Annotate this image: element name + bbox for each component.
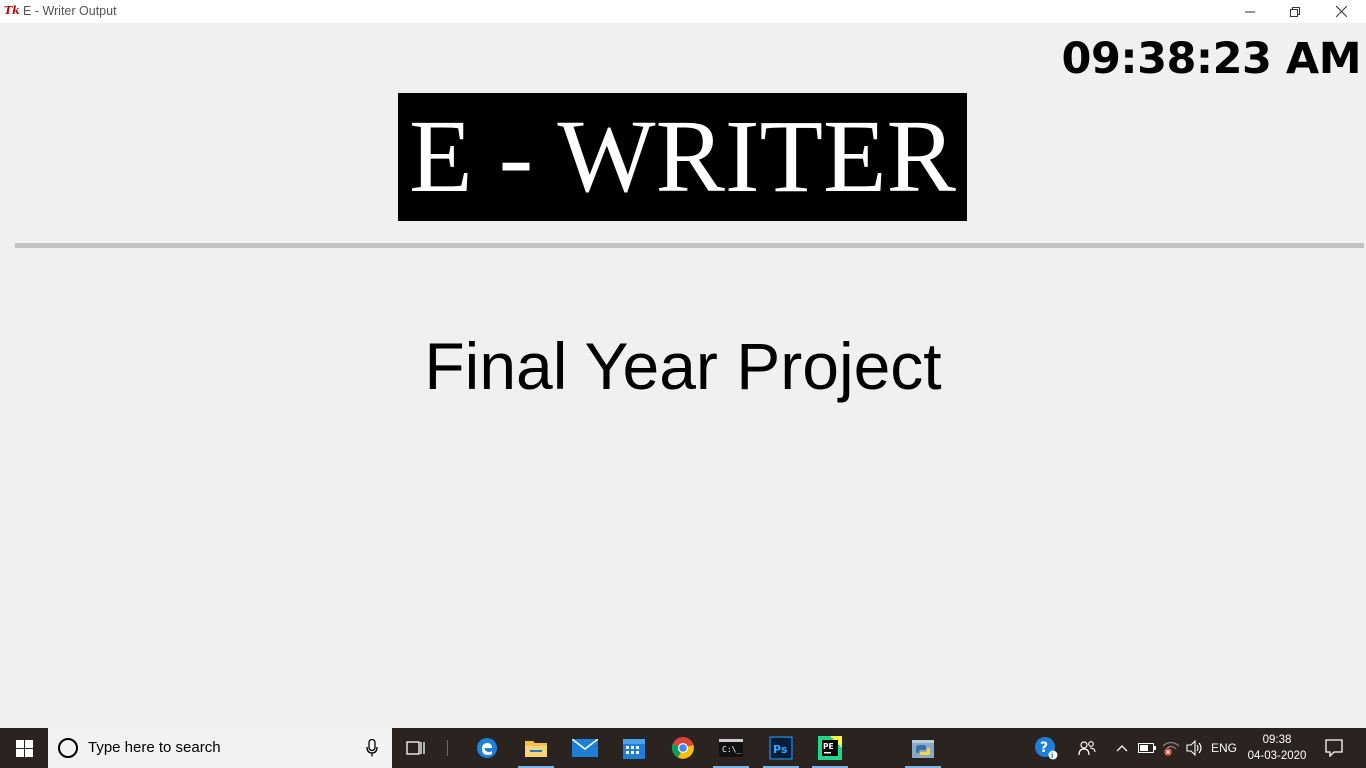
chevron-up-icon xyxy=(1116,745,1128,752)
tray-battery[interactable] xyxy=(1135,728,1159,768)
chrome-icon xyxy=(671,737,694,759)
restore-icon xyxy=(1290,6,1300,17)
file-explorer-icon xyxy=(525,741,547,757)
window-title: E - Writer Output xyxy=(23,4,117,18)
title-bar[interactable]: Tk E - Writer Output xyxy=(0,0,1366,23)
search-placeholder: Type here to search xyxy=(88,739,221,756)
app-banner: E - WRITER xyxy=(398,93,967,221)
taskbar-command-prompt[interactable]: C:\_ xyxy=(711,728,751,768)
edge-icon xyxy=(477,738,497,758)
svg-text:i: i xyxy=(1051,752,1053,760)
svg-text:?: ? xyxy=(1040,740,1048,756)
taskbar-file-explorer[interactable] xyxy=(516,728,556,768)
task-view-button[interactable] xyxy=(396,728,436,768)
taskbar: Type here to search C:\_ Ps PE ? i ENG 0… xyxy=(0,728,1366,768)
svg-text:C:\_: C:\_ xyxy=(722,745,741,754)
taskbar-divider xyxy=(447,740,448,756)
taskbar-calendar[interactable] xyxy=(614,728,654,768)
tray-volume[interactable] xyxy=(1184,728,1206,768)
mail-icon xyxy=(572,739,598,757)
tray-people[interactable] xyxy=(1075,728,1099,768)
separator xyxy=(15,243,1364,248)
clock-label: 09:38:23 AM xyxy=(1061,34,1362,84)
close-icon xyxy=(1335,6,1347,17)
pycharm-icon: PE xyxy=(818,736,842,760)
tray-time: 09:38 xyxy=(1262,734,1292,746)
taskbar-mail[interactable] xyxy=(565,728,605,768)
subtitle-label: Final Year Project xyxy=(424,329,942,403)
notification-icon xyxy=(1325,739,1343,757)
help-icon: ? i xyxy=(1035,737,1058,760)
tray-clock[interactable]: 09:38 04-03-2020 xyxy=(1244,732,1310,764)
language-indicator[interactable]: ENG xyxy=(1211,740,1237,756)
task-view-icon xyxy=(406,741,425,755)
minimize-icon xyxy=(1245,11,1255,12)
volume-icon xyxy=(1186,740,1202,756)
taskbar-pycharm[interactable]: PE xyxy=(810,728,850,768)
taskbar-photoshop[interactable]: Ps xyxy=(761,728,801,768)
taskbar-edge[interactable] xyxy=(467,728,507,768)
svg-text:Ps: Ps xyxy=(773,743,788,756)
python-icon xyxy=(912,740,934,758)
windows-logo-icon xyxy=(15,739,33,757)
minimize-button[interactable] xyxy=(1227,0,1273,23)
tray-date: 04-03-2020 xyxy=(1247,750,1307,762)
tray-help[interactable]: ? i xyxy=(1032,728,1060,768)
battery-icon xyxy=(1138,743,1156,753)
microphone-icon[interactable] xyxy=(366,739,378,757)
command-prompt-icon: C:\_ xyxy=(719,739,743,757)
cortana-icon xyxy=(58,738,78,758)
action-center-button[interactable] xyxy=(1320,728,1348,768)
search-box[interactable]: Type here to search xyxy=(48,728,392,768)
app-window: Tk E - Writer Output 09:38:23 AM E - WRI… xyxy=(0,0,1366,768)
tk-feather-icon: Tk xyxy=(4,4,20,17)
tray-network[interactable] xyxy=(1160,728,1182,768)
calendar-icon xyxy=(623,739,645,759)
svg-text:PE: PE xyxy=(823,742,834,751)
wifi-disconnected-icon xyxy=(1162,741,1180,756)
start-button[interactable] xyxy=(0,728,48,768)
photoshop-icon: Ps xyxy=(769,736,793,760)
restore-button[interactable] xyxy=(1272,0,1318,23)
taskbar-python[interactable] xyxy=(903,728,943,768)
tray-show-hidden[interactable] xyxy=(1113,728,1131,768)
people-icon xyxy=(1078,741,1096,756)
close-button[interactable] xyxy=(1318,0,1364,23)
taskbar-chrome[interactable] xyxy=(663,728,703,768)
